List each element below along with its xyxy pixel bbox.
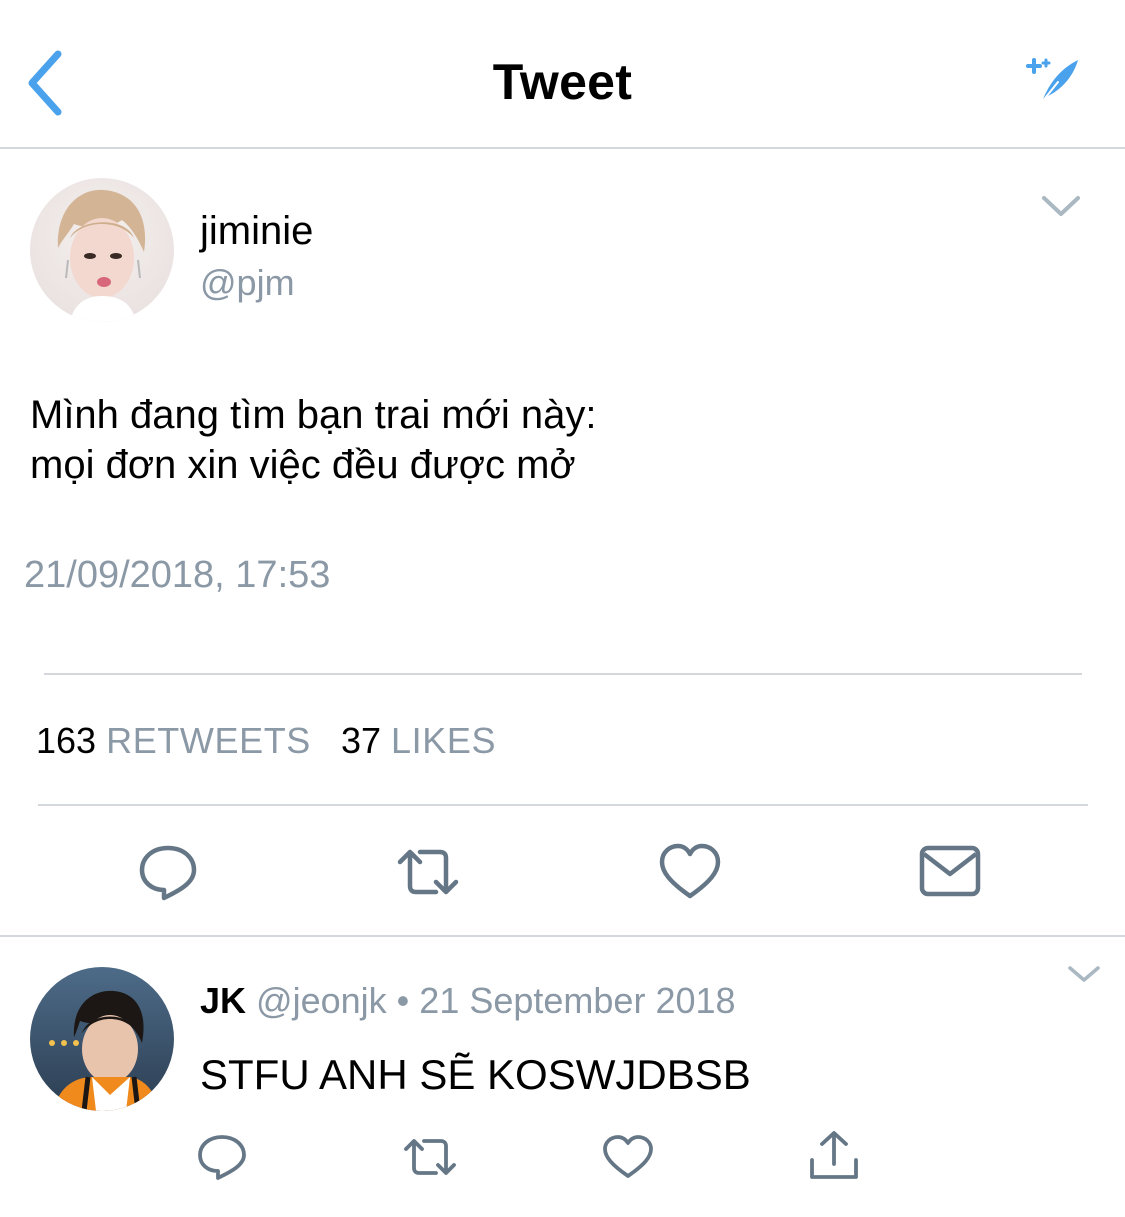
engagement-stats: 163 RETWEETS 37 LIKES xyxy=(36,718,496,764)
likes-count: 37 xyxy=(340,720,381,761)
retweet-icon xyxy=(397,849,459,895)
reply-user-handle[interactable]: @jeonjk xyxy=(256,980,387,1021)
retweets-label: RETWEETS xyxy=(106,720,311,761)
chevron-down-icon xyxy=(1042,196,1080,216)
reply-retweet-button[interactable] xyxy=(400,1132,460,1182)
tweet-options-button[interactable] xyxy=(1036,190,1086,224)
tweet-text-line1: Mình đang tìm bạn trai mới này: xyxy=(30,393,597,437)
like-icon xyxy=(603,1135,653,1178)
reply-display-name[interactable]: JK xyxy=(200,980,246,1021)
avatar-photo xyxy=(30,178,174,322)
likes-stat[interactable]: 37 LIKES xyxy=(341,720,496,761)
reply-icon xyxy=(139,845,197,901)
share-icon xyxy=(810,1131,858,1179)
tweet-timestamp: 21/09/2018, 17:53 xyxy=(24,554,331,596)
reply-like-button[interactable] xyxy=(602,1134,654,1180)
avatar-reply[interactable] xyxy=(30,967,174,1111)
section-divider xyxy=(0,935,1125,937)
reply-text: STFU ANH SẼ KOSWJDBSB xyxy=(200,1051,751,1098)
compose-button[interactable] xyxy=(1024,52,1084,108)
page-title: Tweet xyxy=(492,54,633,110)
stats-top-divider xyxy=(44,673,1082,675)
retweets-count: 163 xyxy=(36,720,97,761)
display-name[interactable]: jiminie xyxy=(200,205,313,257)
like-button[interactable] xyxy=(658,842,722,902)
likes-label: LIKES xyxy=(391,720,497,761)
reply-separator: • xyxy=(396,980,410,1021)
avatar-main[interactable] xyxy=(30,178,174,322)
reply-icon xyxy=(198,1135,246,1180)
like-icon xyxy=(659,843,721,899)
reply-meta: JK @jeonjk • 21 September 2018 xyxy=(200,978,736,1024)
chevron-down-icon xyxy=(1068,966,1100,982)
user-handle[interactable]: @pjm xyxy=(200,260,295,306)
message-button[interactable] xyxy=(918,844,982,900)
reply-date: 21 September 2018 xyxy=(419,980,736,1021)
reply-options-button[interactable] xyxy=(1064,962,1104,988)
sparkle-feather-icon xyxy=(1026,58,1078,103)
header-divider xyxy=(0,147,1125,149)
reply-share-button[interactable] xyxy=(806,1130,862,1182)
tweet-text: Mình đang tìm bạn trai mới này: mọi đơn … xyxy=(30,390,596,490)
reply-button[interactable] xyxy=(136,840,200,904)
message-icon xyxy=(919,845,981,897)
retweet-button[interactable] xyxy=(392,840,464,904)
tweet-text-line2: mọi đơn xin việc đều được mở xyxy=(30,443,576,487)
retweet-icon xyxy=(404,1139,456,1175)
stats-bottom-divider xyxy=(38,804,1088,806)
avatar-photo xyxy=(30,967,174,1111)
retweets-stat[interactable]: 163 RETWEETS xyxy=(36,720,321,761)
reply-reply-button[interactable] xyxy=(196,1132,248,1182)
